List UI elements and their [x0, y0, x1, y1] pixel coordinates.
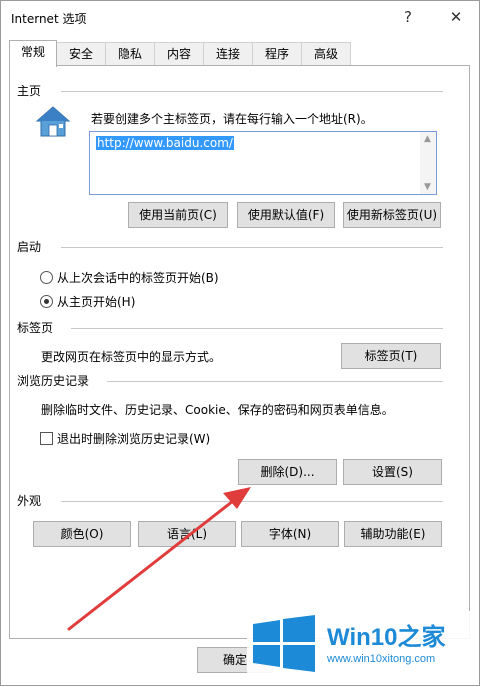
tab-general[interactable]: 常规 — [9, 40, 57, 67]
internet-options-dialog: Internet 选项 ? ✕ 常规 安全 隐私 内容 连接 程序 高级 主页 … — [0, 0, 480, 686]
watermark: Win10之家 www.win10xitong.com — [247, 611, 477, 677]
annotation-arrow — [67, 487, 251, 631]
windows-logo-icon — [253, 615, 315, 672]
watermark-title: Win10之家 — [327, 624, 446, 651]
watermark-url: www.win10xitong.com — [327, 653, 436, 665]
